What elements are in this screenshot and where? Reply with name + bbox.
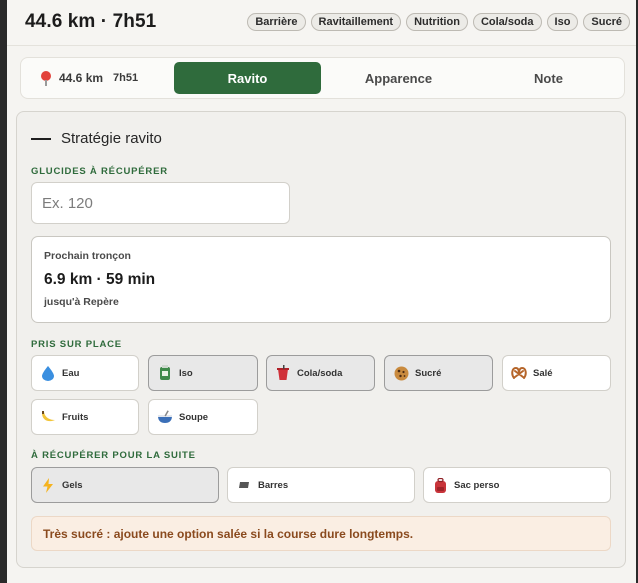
tab-distance-time: 7h51 xyxy=(113,72,139,84)
option-label: Fruits xyxy=(62,411,89,423)
option-label: Cola/soda xyxy=(297,367,343,379)
panel-header[interactable]: Stratégie ravito xyxy=(31,130,162,147)
backpack-icon xyxy=(432,477,448,493)
water-drop-icon xyxy=(40,365,56,381)
bar-icon xyxy=(236,477,252,493)
option-label: Eau xyxy=(62,367,80,379)
option-label: Iso xyxy=(179,367,193,379)
onsite-option-soupe[interactable]: Soupe xyxy=(148,399,258,435)
tab-distance-km: 44.6 km xyxy=(59,71,104,85)
iso-drink-icon xyxy=(157,365,173,381)
tab-apparence[interactable]: Apparence xyxy=(341,62,456,94)
option-label: Salé xyxy=(533,367,553,379)
pretzel-icon xyxy=(511,365,527,381)
option-label: Soupe xyxy=(179,411,209,423)
collapse-dash-icon xyxy=(31,137,51,140)
sugar-warning: Très sucré : ajoute une option salée si … xyxy=(31,516,611,551)
tab-note[interactable]: Note xyxy=(491,62,606,94)
chip-nutrition[interactable]: Nutrition xyxy=(406,13,468,31)
pickup-option-barres[interactable]: Barres xyxy=(227,467,415,503)
chip-barriere[interactable]: Barrière xyxy=(247,13,306,31)
next-segment-sub: jusqu'à Repère xyxy=(44,296,119,308)
next-segment-label: Prochain tronçon xyxy=(44,250,131,262)
pickup-label: À RÉCUPÉRER POUR LA SUITE xyxy=(31,450,196,461)
tab-bar: 44.6 km 7h51 Ravito Apparence Note xyxy=(20,57,625,99)
onsite-option-cola[interactable]: Cola/soda xyxy=(266,355,375,391)
tab-distance[interactable]: 44.6 km 7h51 xyxy=(39,62,169,94)
option-label: Gels xyxy=(62,479,83,491)
chip-ravitaillement[interactable]: Ravitaillement xyxy=(310,13,402,31)
ravito-panel: Stratégie ravito GLUCIDES À RÉCUPÉRER Pr… xyxy=(16,111,626,568)
next-segment-card: Prochain tronçon 6.9 km · 59 min jusqu'à… xyxy=(31,236,611,323)
pickup-option-gels[interactable]: Gels xyxy=(31,467,219,503)
tag-chips: Barrière Ravitaillement Nutrition Cola/s… xyxy=(247,13,630,31)
onsite-option-sucre[interactable]: Sucré xyxy=(384,355,493,391)
map-pin-icon xyxy=(39,70,53,86)
option-label: Sucré xyxy=(415,367,442,379)
onsite-option-fruits[interactable]: Fruits xyxy=(31,399,139,435)
pickup-option-sac-perso[interactable]: Sac perso xyxy=(423,467,611,503)
option-label: Barres xyxy=(258,479,289,491)
tab-ravito[interactable]: Ravito xyxy=(174,62,321,94)
soda-cup-icon xyxy=(275,365,291,381)
onsite-option-iso[interactable]: Iso xyxy=(148,355,258,391)
lightning-icon xyxy=(40,477,56,493)
option-label: Sac perso xyxy=(454,479,500,491)
panel-title: Stratégie ravito xyxy=(61,130,162,147)
chip-iso[interactable]: Iso xyxy=(546,13,579,31)
cookie-icon xyxy=(393,365,409,381)
onsite-label: PRIS SUR PLACE xyxy=(31,339,122,350)
next-segment-value: 6.9 km · 59 min xyxy=(44,271,156,288)
onsite-option-sale[interactable]: Salé xyxy=(502,355,611,391)
chip-cola-soda[interactable]: Cola/soda xyxy=(472,13,542,31)
glucides-label: GLUCIDES À RÉCUPÉRER xyxy=(31,166,168,177)
glucides-input[interactable] xyxy=(31,182,290,224)
left-edge xyxy=(0,0,7,583)
banana-icon xyxy=(40,409,56,425)
soup-bowl-icon xyxy=(157,409,173,425)
onsite-option-eau[interactable]: Eau xyxy=(31,355,139,391)
chip-sucre[interactable]: Sucré xyxy=(583,13,630,31)
page-title: 44.6 km · 7h51 xyxy=(25,11,157,32)
header: 44.6 km · 7h51 Barrière Ravitaillement N… xyxy=(7,0,636,46)
